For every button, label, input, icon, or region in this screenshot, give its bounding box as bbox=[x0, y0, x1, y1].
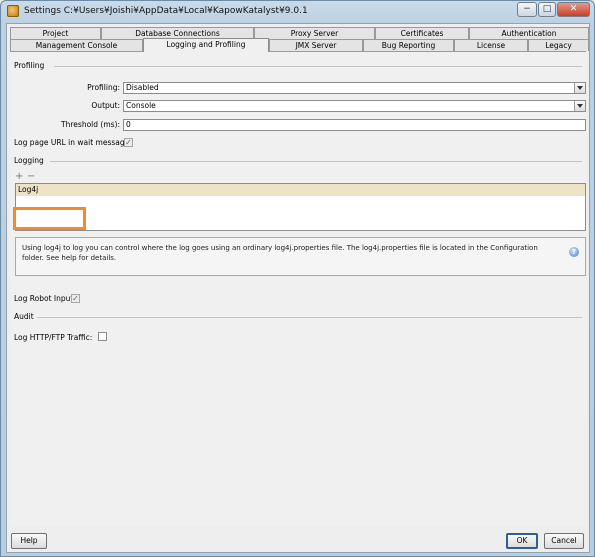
help-icon[interactable]: ? bbox=[569, 247, 579, 257]
title-bar: Settings C:¥Users¥Joishi¥AppData¥Local¥K… bbox=[1, 1, 594, 23]
tab-authentication[interactable]: Authentication bbox=[469, 27, 589, 39]
tab-license[interactable]: License bbox=[454, 39, 528, 51]
output-label: Output: bbox=[91, 101, 120, 110]
tab-legacy[interactable]: Legacy bbox=[528, 39, 589, 51]
info-box: Using log4j to log you can control where… bbox=[15, 237, 586, 276]
threshold-input[interactable]: 0 bbox=[123, 119, 586, 131]
tab-logging-and-profiling[interactable]: Logging and Profiling bbox=[143, 38, 269, 52]
app-icon bbox=[7, 5, 19, 17]
info-text: Using log4j to log you can control where… bbox=[22, 244, 538, 262]
section-divider bbox=[37, 317, 582, 318]
log-robot-input-checkbox[interactable]: ✓ bbox=[71, 294, 80, 303]
chevron-down-icon[interactable] bbox=[574, 83, 585, 93]
profiling-section-title: Profiling bbox=[14, 61, 45, 70]
section-divider bbox=[50, 161, 582, 162]
profiling-select-value: Disabled bbox=[126, 83, 159, 92]
ok-button[interactable]: OK bbox=[506, 533, 538, 549]
threshold-label: Threshold (ms): bbox=[61, 120, 120, 129]
tab-proxy-server[interactable]: Proxy Server bbox=[254, 27, 375, 39]
add-icon[interactable]: + bbox=[15, 172, 23, 182]
tab-project[interactable]: Project bbox=[10, 27, 101, 39]
tab-management-console[interactable]: Management Console bbox=[10, 39, 143, 51]
logging-section-title: Logging bbox=[14, 156, 44, 165]
log-http-label: Log HTTP/FTP Traffic: bbox=[14, 333, 93, 342]
section-divider bbox=[54, 66, 582, 67]
cancel-button[interactable]: Cancel bbox=[544, 533, 584, 549]
close-button[interactable]: ✕ bbox=[557, 2, 590, 17]
tab-jmx-server[interactable]: JMX Server bbox=[269, 39, 363, 51]
chevron-down-icon[interactable] bbox=[574, 101, 585, 111]
help-button[interactable]: Help bbox=[11, 533, 47, 549]
log-page-url-label: Log page URL in wait message: bbox=[14, 138, 132, 147]
output-select[interactable]: Console bbox=[123, 100, 586, 112]
dialog-client-area: Project Database Connections Proxy Serve… bbox=[6, 23, 590, 553]
window-title: Settings C:¥Users¥Joishi¥AppData¥Local¥K… bbox=[24, 6, 308, 16]
profiling-select[interactable]: Disabled bbox=[123, 82, 586, 94]
settings-window: Settings C:¥Users¥Joishi¥AppData¥Local¥K… bbox=[0, 0, 595, 557]
annotation-highlight-box bbox=[13, 207, 86, 230]
logging-list[interactable]: Log4j bbox=[15, 183, 586, 231]
minimize-button[interactable]: − bbox=[517, 2, 537, 17]
remove-icon[interactable]: − bbox=[27, 172, 35, 182]
log-http-checkbox[interactable] bbox=[98, 332, 107, 341]
logging-profiling-panel: Profiling Profiling: Disabled Output: Co… bbox=[10, 52, 586, 526]
list-item[interactable]: Log4j bbox=[16, 184, 585, 196]
profiling-label: Profiling: bbox=[87, 83, 120, 92]
tab-certificates[interactable]: Certificates bbox=[375, 27, 469, 39]
tab-bug-reporting[interactable]: Bug Reporting bbox=[363, 39, 454, 51]
output-select-value: Console bbox=[126, 101, 156, 110]
maximize-button[interactable]: □ bbox=[538, 2, 556, 17]
log-robot-input-label: Log Robot Input: bbox=[14, 294, 76, 303]
log-page-url-checkbox[interactable]: ✓ bbox=[124, 138, 133, 147]
audit-section-title: Audit bbox=[14, 312, 34, 321]
